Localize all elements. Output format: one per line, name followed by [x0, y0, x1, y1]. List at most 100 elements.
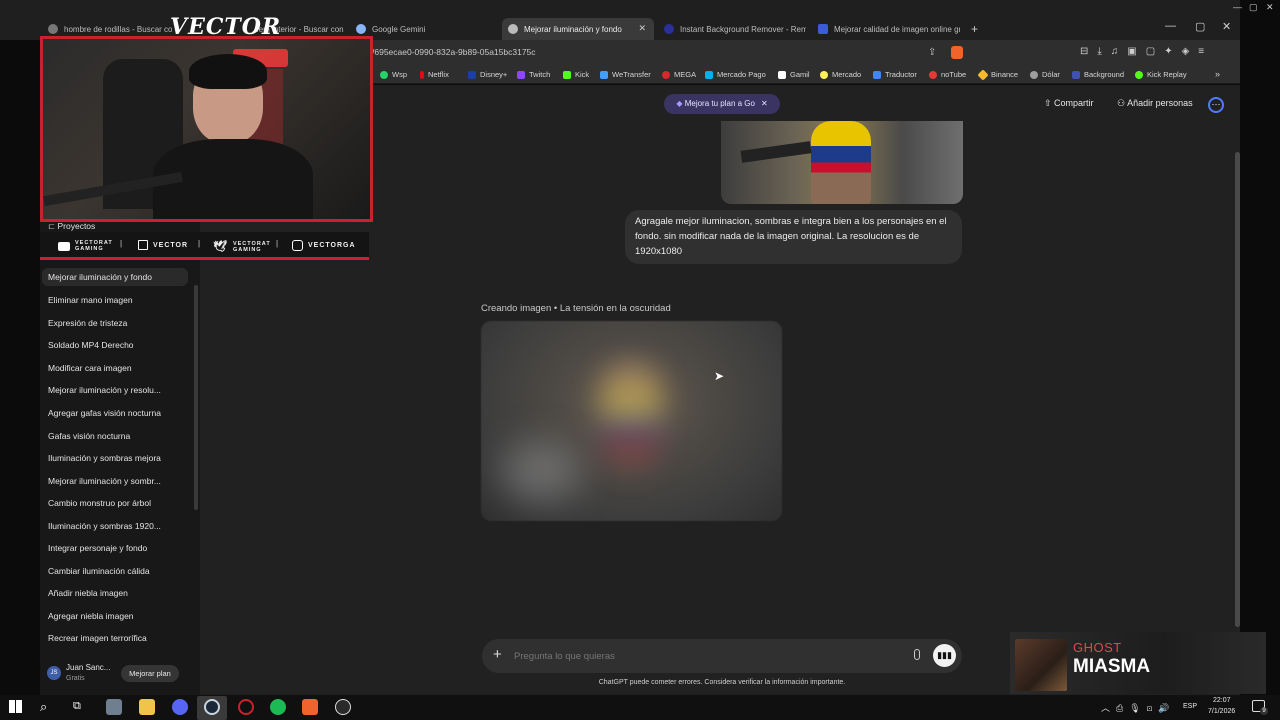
bookmark-kick-replay[interactable]: Kick Replay [1135, 70, 1187, 79]
windows-start-icon[interactable] [9, 700, 22, 713]
social-label: VECTORAT GAMING [232, 240, 271, 253]
chat-item[interactable]: Agregar gafas visión nocturna [48, 408, 161, 418]
generating-image-placeholder[interactable] [481, 321, 782, 521]
bookmark-netflix[interactable]: Netflix [420, 70, 449, 79]
share-button[interactable]: ⇧ Compartir [1044, 98, 1094, 109]
page-scrollbar[interactable] [1235, 152, 1240, 627]
bookmark-label: Mercado [832, 70, 862, 79]
bookmark-traductor[interactable]: Traductor [873, 70, 917, 79]
close-window-button[interactable]: ✕ [1222, 20, 1231, 33]
bookmark-twitch[interactable]: Twitch [517, 70, 550, 79]
chat-item[interactable]: Añadir niebla imagen [48, 588, 128, 598]
bookmark-label: Kick [575, 70, 590, 79]
webcam-overlay [40, 36, 373, 222]
clock-time[interactable]: 22:07 [1213, 697, 1231, 704]
user-avatar[interactable]: JS [47, 666, 61, 680]
chat-item[interactable]: Mejorar iluminación y sombr... [48, 476, 161, 486]
message-input[interactable] [514, 648, 894, 664]
bookmark-label: MEGA [674, 70, 697, 79]
tab-background-remover[interactable]: Instant Background Remover - Remo [658, 18, 806, 40]
address-bar[interactable]: /695ecae0-0990-832a-9b89-05a15bc3175c [372, 47, 536, 57]
obs-icon[interactable] [335, 699, 351, 715]
blurred-light [501, 441, 581, 501]
new-tab-button[interactable]: + [971, 22, 978, 36]
clock-date[interactable]: 7/1/2026 [1208, 708, 1235, 715]
file-explorer-icon[interactable] [139, 699, 155, 715]
sidebar-scrollbar[interactable] [194, 285, 198, 510]
bookmark-binance[interactable]: Binance [977, 68, 1019, 81]
chat-item[interactable]: Mejorar iluminación y resolu... [48, 385, 161, 395]
chat-item[interactable]: Eliminar mano imagen [48, 295, 133, 305]
upgrade-plan-button[interactable]: Mejorar plan [121, 665, 179, 682]
chat-item[interactable]: Iluminación y sombras 1920... [48, 521, 161, 531]
brave-shield-icon[interactable] [951, 46, 963, 59]
social-twitch: VECTOR [138, 240, 188, 250]
chat-item[interactable]: Agregar niebla imagen [48, 611, 134, 621]
bookmark-disney[interactable]: Disney+ [468, 70, 507, 79]
twitch-icon [517, 70, 525, 79]
microphone-icon[interactable] [914, 649, 920, 660]
bookmark-notube[interactable]: noTube [929, 70, 966, 79]
social-label: VECTORGA [308, 242, 356, 249]
outer-close-button[interactable]: ✕ [1266, 2, 1274, 13]
bookmark-label: Twitch [529, 70, 551, 79]
close-icon[interactable]: ✕ [761, 99, 768, 108]
uploaded-image[interactable] [721, 121, 963, 204]
chat-item[interactable]: Iluminación y sombras mejora [48, 453, 161, 463]
bookmark-gmail[interactable]: Gamil [778, 70, 810, 79]
search-icon[interactable]: ⌕ [40, 699, 47, 715]
bookmark-background[interactable]: Background [1072, 70, 1124, 79]
chat-item[interactable]: Cambio monstruo por árbol [48, 498, 151, 508]
translate-icon [873, 70, 881, 79]
tray-icons[interactable]: ︿⎙🎙⊡🔊 [1101, 701, 1176, 714]
bookmark-label: noTube [941, 70, 967, 79]
bookmark-kick[interactable]: Kick [563, 70, 589, 79]
chat-item[interactable]: Expresión de tristeza [48, 318, 127, 328]
more-bookmarks-icon[interactable]: » [1215, 69, 1220, 79]
bookmark-label: Traductor [885, 70, 917, 79]
voice-mode-button[interactable]: ▮▮▮ [933, 644, 956, 667]
brave-icon[interactable] [302, 699, 318, 715]
discord-icon[interactable] [172, 699, 188, 715]
language-indicator[interactable]: ESP [1183, 703, 1197, 710]
chat-item[interactable]: Soldado MP4 Derecho [48, 340, 134, 350]
bookmark-label: Background [1084, 70, 1125, 79]
tab-active-chat[interactable]: Mejorar iluminación y fondo ✕ [502, 18, 654, 40]
more-options-icon[interactable]: ··· [1208, 97, 1224, 113]
chat-item[interactable]: Gafas visión nocturna [48, 431, 130, 441]
close-tab-icon[interactable]: ✕ [638, 23, 646, 34]
chat-item[interactable]: Integrar personaje y fondo [48, 543, 147, 553]
chat-item[interactable]: Cambiar iluminación cálida [48, 566, 150, 576]
chat-item[interactable]: Modificar cara imagen [48, 363, 132, 373]
maximize-button[interactable]: ▢ [1195, 20, 1205, 33]
add-people-button[interactable]: ⚇ Añadir personas [1117, 98, 1193, 109]
bookmark-mercado-pago[interactable]: Mercado Pago [705, 70, 766, 79]
bookmark-mercado[interactable]: Mercado [820, 70, 861, 79]
chat-item[interactable]: Recrear imagen terrorífica [48, 633, 147, 643]
bookmark-mega[interactable]: MEGA [662, 70, 696, 79]
bookmark-label: Binance [991, 70, 1019, 79]
bookmark-wsp[interactable]: Wsp [380, 70, 407, 79]
add-people-label: Añadir personas [1127, 98, 1193, 108]
app-icon[interactable] [106, 699, 122, 715]
rifle [740, 141, 812, 163]
bookmark-wetransfer[interactable]: WeTransfer [600, 70, 651, 79]
chat-item-active[interactable]: Mejorar iluminación y fondo [42, 268, 188, 286]
minimize-button[interactable]: — [1165, 20, 1176, 32]
add-attachment-button[interactable]: + [493, 646, 502, 663]
upgrade-plan-pill[interactable]: ◆ Mejora tu plan a Go ✕ [664, 94, 780, 114]
social-instagram: VECTORGA [292, 240, 356, 251]
outer-maximize-button[interactable]: ▢ [1249, 2, 1258, 13]
toolbar-icons: ⊟⤓♫▣▢✦◈≡ [1080, 46, 1214, 57]
bookmark-label: Disney+ [480, 70, 508, 79]
opera-gx-icon[interactable] [238, 699, 254, 715]
outer-minimize-button[interactable]: — [1233, 2, 1242, 12]
task-view-icon[interactable]: ⧉ [73, 700, 81, 713]
user-name[interactable]: Juan Sanc... [66, 663, 110, 672]
tab-image-quality[interactable]: Mejorar calidad de imagen online gr [812, 18, 960, 40]
tab-title: Mejorar iluminación y fondo [524, 24, 622, 34]
share-page-icon[interactable]: ⇪ [928, 47, 936, 58]
spotify-icon[interactable] [270, 699, 286, 715]
bookmark-dolar[interactable]: Dólar [1030, 70, 1060, 79]
projects-header[interactable]: ⊏ Proyectos [48, 221, 95, 232]
